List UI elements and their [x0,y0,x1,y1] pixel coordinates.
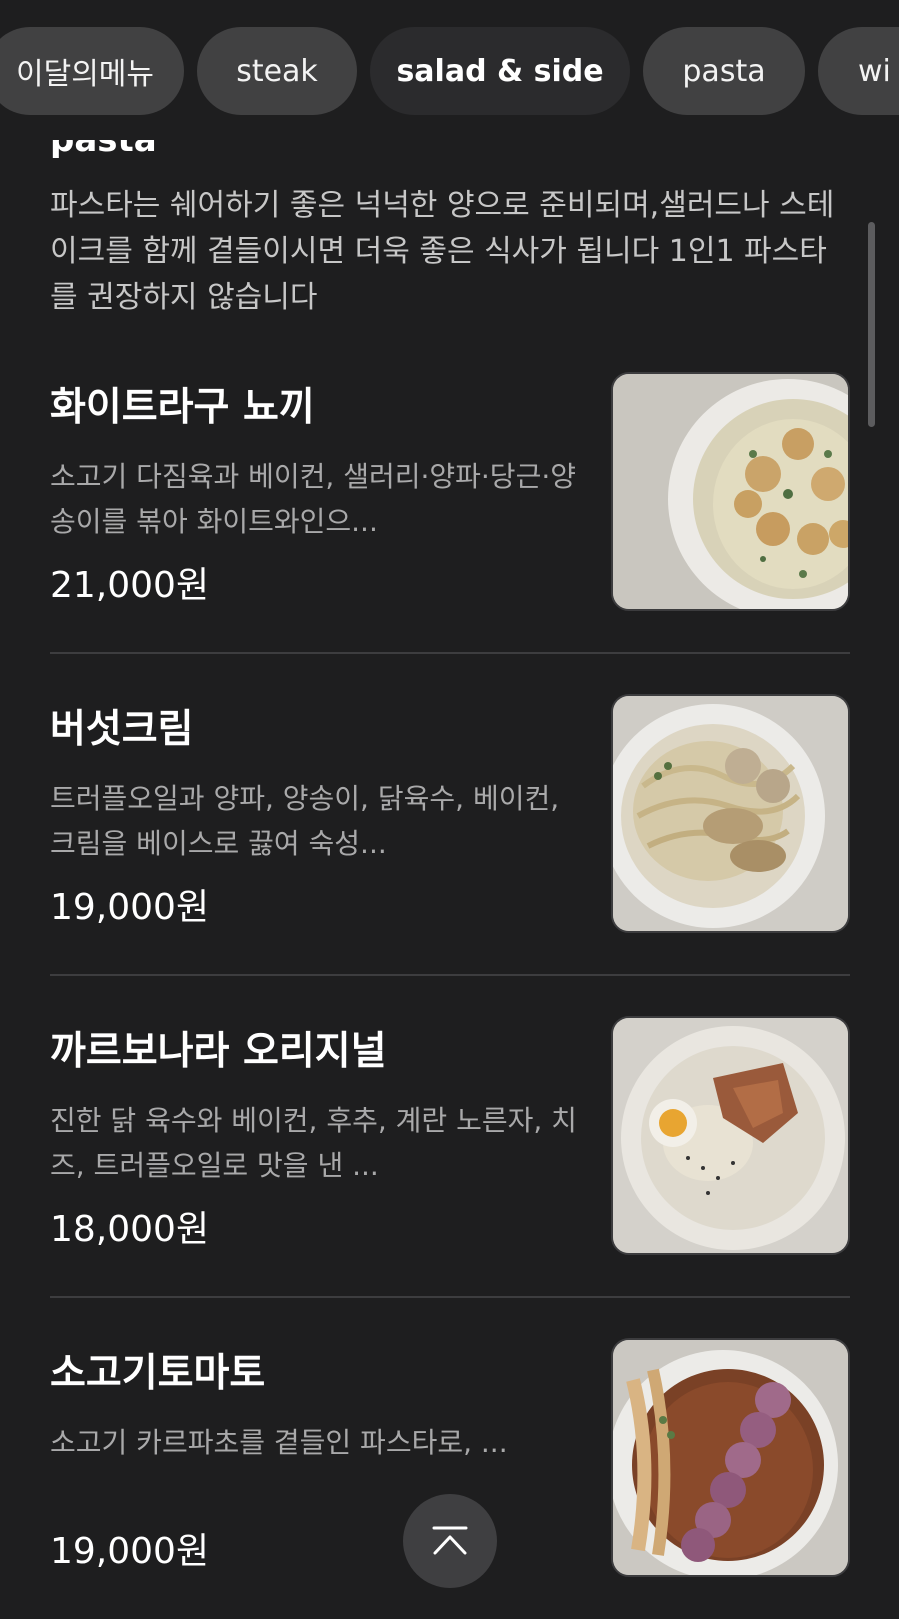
section-title: pasta [50,120,157,160]
menu-item-name: 화이트라구 뇨끼 [50,385,315,430]
menu-item-text: 화이트라구 뇨끼 소고기 다짐육과 베이컨, 샐러리·양파·당근·양송이를 볶아… [50,372,590,608]
menu-item-price: 19,000원 [50,1531,210,1572]
menu-divider [50,652,850,654]
menu-item[interactable]: 까르보나라 오리지널 진한 닭 육수와 베이컨, 후추, 계란 노른자, 치즈,… [50,1016,850,1338]
scrollbar-thumb[interactable] [868,222,875,427]
tab-pasta[interactable]: pasta [643,27,805,115]
tab-steak[interactable]: steak [197,27,357,115]
menu-item-description: 소고기 다짐육과 베이컨, 샐러리·양파·당근·양송이를 볶아 화이트와인으..… [50,460,576,538]
gnocchi-dish-photo[interactable] [611,372,850,611]
menu-item-description: 트러플오일과 양파, 양송이, 닭육수, 베이컨, 크림을 베이스로 끓여 숙성… [50,782,560,860]
carbonara-dish-photo[interactable] [611,1016,850,1255]
menu-divider [50,974,850,976]
category-tab-bar[interactable]: 이달의메뉴 steak salad & side pasta wi [0,27,899,115]
scroll-top-button[interactable] [403,1494,497,1588]
menu-item-text: 까르보나라 오리지널 진한 닭 육수와 베이컨, 후추, 계란 노른자, 치즈,… [50,1016,590,1252]
menu-item-description: 진한 닭 육수와 베이컨, 후추, 계란 노른자, 치즈, 트러플오일로 맛을 … [50,1104,577,1182]
menu-page: 이달의메뉴 steak salad & side pasta wi pasta … [0,0,899,1619]
tab-wine[interactable]: wi [818,27,899,115]
menu-item-price: 18,000원 [50,1209,210,1250]
menu-item-name: 까르보나라 오리지널 [50,1029,387,1074]
menu-item[interactable]: 버섯크림 트러플오일과 양파, 양송이, 닭육수, 베이컨, 크림을 베이스로 … [50,694,850,1016]
menu-item-price: 21,000원 [50,565,210,606]
tab-salad-side[interactable]: salad & side [370,27,630,115]
menu-item-name: 버섯크림 [50,707,194,752]
beef-tomato-pasta-photo[interactable] [611,1338,850,1577]
menu-item-price: 19,000원 [50,887,210,928]
menu-list: 화이트라구 뇨끼 소고기 다짐육과 베이컨, 샐러리·양파·당근·양송이를 볶아… [50,372,850,1619]
mushroom-cream-pasta-photo[interactable] [611,694,850,933]
menu-item-text: 버섯크림 트러플오일과 양파, 양송이, 닭육수, 베이컨, 크림을 베이스로 … [50,694,590,930]
section-description: 파스타는 쉐어하기 좋은 넉넉한 양으로 준비되며,샐러드나 스테이크를 함께 … [50,188,835,315]
menu-item-description: 소고기 카르파초를 곁들인 파스타로, ... [50,1426,508,1459]
tab-monthly-menu[interactable]: 이달의메뉴 [0,27,184,115]
menu-item-text: 소고기토마토 소고기 카르파초를 곁들인 파스타로, ... 19,000원 [50,1338,590,1574]
menu-item[interactable]: 화이트라구 뇨끼 소고기 다짐육과 베이컨, 샐러리·양파·당근·양송이를 볶아… [50,372,850,694]
menu-divider [50,1296,850,1298]
chevron-up-icon [432,1526,468,1555]
menu-item-name: 소고기토마토 [50,1351,266,1396]
